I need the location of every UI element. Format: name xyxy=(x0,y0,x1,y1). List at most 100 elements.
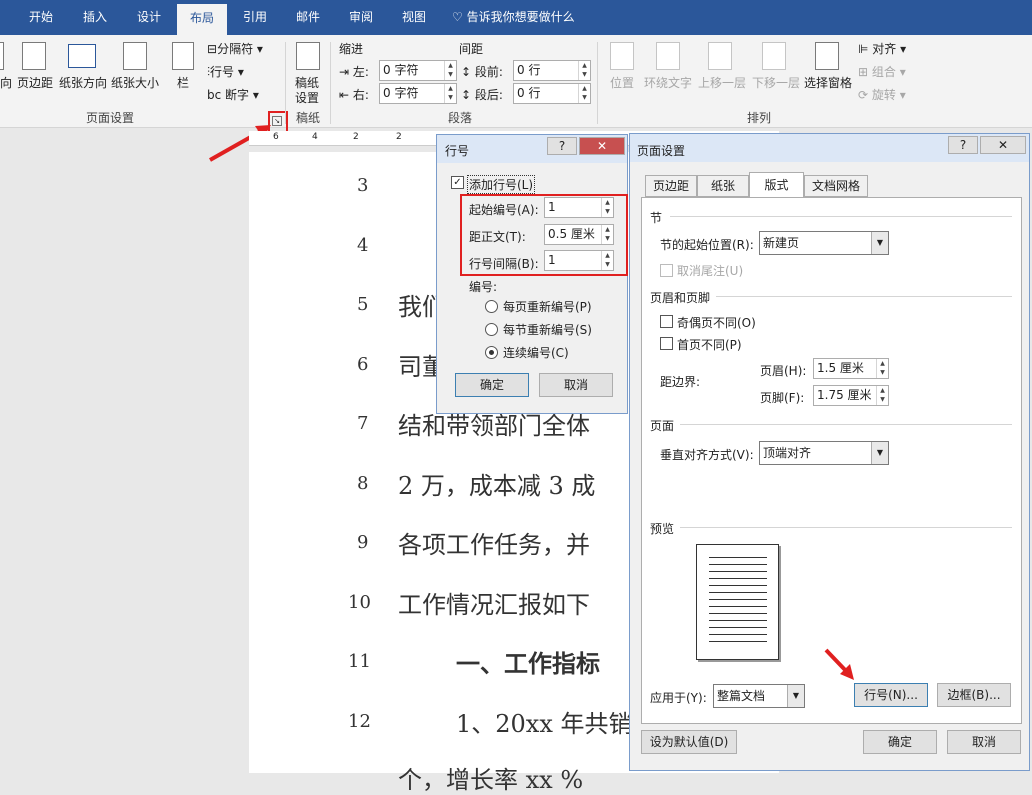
help-button[interactable]: ? xyxy=(547,137,577,155)
tab-doc-grid[interactable]: 文档网格 xyxy=(804,175,868,197)
align-button[interactable]: ⊫ 对齐 ▾ xyxy=(858,40,906,57)
bring-forward-button[interactable]: 上移一层 xyxy=(698,74,746,91)
restart-section-label[interactable]: 每节重新编号(S) xyxy=(503,321,592,338)
suppress-endnotes-label[interactable]: 取消尾注(U) xyxy=(677,262,743,279)
line-numbers-button[interactable]: 行号(N)... xyxy=(854,683,928,707)
rotate-button[interactable]: ⟳ 旋转 ▾ xyxy=(858,86,906,103)
line-numbers-button[interactable]: ⫶行号 ▾ xyxy=(207,63,244,80)
first-page-label[interactable]: 首页不同(P) xyxy=(677,336,742,353)
continuous-radio[interactable] xyxy=(485,346,498,359)
text-direction-icon[interactable] xyxy=(0,42,4,70)
close-button[interactable]: ✕ xyxy=(980,136,1026,154)
apply-to-select[interactable]: 整篇文档 ▼ xyxy=(713,684,805,708)
valign-select[interactable]: 顶端对齐 ▼ xyxy=(759,441,889,465)
restart-page-label[interactable]: 每页重新编号(P) xyxy=(503,298,592,315)
tab-insert[interactable]: 插入 xyxy=(70,0,120,35)
selection-pane-button[interactable]: 选择窗格 xyxy=(804,74,852,91)
continuous-label[interactable]: 连续编号(C) xyxy=(503,344,569,361)
set-default-button[interactable]: 设为默认值(D) xyxy=(641,730,737,754)
cancel-button[interactable]: 取消 xyxy=(539,373,613,397)
bring-forward-icon[interactable] xyxy=(708,42,732,70)
tell-me-box[interactable]: ♡ 告诉我你想要做什么 xyxy=(452,0,592,35)
section-start-select[interactable]: 新建页 ▼ xyxy=(759,231,889,255)
spin-arrows-icon[interactable]: ▲ ▼ xyxy=(876,386,888,405)
wrap-text-button[interactable]: 环绕文字 xyxy=(644,74,692,91)
columns-icon[interactable] xyxy=(172,42,194,70)
selection-pane-icon[interactable] xyxy=(815,42,839,70)
position-icon[interactable] xyxy=(610,42,634,70)
odd-even-checkbox[interactable] xyxy=(660,315,673,328)
chevron-down-icon[interactable]: ▼ xyxy=(871,232,888,254)
tab-view[interactable]: 视图 xyxy=(389,0,439,35)
ok-button[interactable]: 确定 xyxy=(455,373,529,397)
spacing-before-icon: ↕ xyxy=(461,65,472,79)
spin-arrows-icon[interactable]: ▲ ▼ xyxy=(876,359,888,378)
restart-section-radio[interactable] xyxy=(485,323,498,336)
spin-arrows-icon[interactable]: ▲ ▼ xyxy=(578,84,590,103)
from-text-input[interactable]: 0.5 厘米 ▲ ▼ xyxy=(544,224,614,245)
tab-mailings[interactable]: 邮件 xyxy=(283,0,333,35)
align-icon: ⊫ xyxy=(858,42,869,56)
borders-button[interactable]: 边框(B)... xyxy=(937,683,1011,707)
tab-design[interactable]: 设计 xyxy=(124,0,174,35)
size-button[interactable]: 纸张大小 xyxy=(111,74,159,91)
count-by-input[interactable]: 1 ▲ ▼ xyxy=(544,250,614,271)
cancel-button[interactable]: 取消 xyxy=(947,730,1021,754)
tab-home[interactable]: 开始 xyxy=(16,0,66,35)
indent-heading: 缩进 xyxy=(339,42,364,56)
text-direction-button[interactable]: 向 xyxy=(0,74,12,91)
margins-icon[interactable] xyxy=(22,42,46,70)
draft-paper-icon[interactable] xyxy=(296,42,320,70)
spacing-heading: 间距 xyxy=(459,42,484,56)
indent-right-input[interactable]: 0 字符 ▲ ▼ xyxy=(379,83,457,104)
start-at-input[interactable]: 1 ▲ ▼ xyxy=(544,197,614,218)
orientation-icon[interactable] xyxy=(68,44,96,68)
wrap-text-icon[interactable] xyxy=(656,42,680,70)
apply-to-label: 应用于(Y): xyxy=(650,691,707,705)
size-icon[interactable] xyxy=(123,42,147,70)
chevron-down-icon[interactable]: ▼ xyxy=(787,685,804,707)
tab-paper[interactable]: 纸张 xyxy=(697,175,749,197)
add-line-numbers-checkbox[interactable]: ✓ xyxy=(451,176,464,189)
group-button[interactable]: ⊞ 组合 ▾ xyxy=(858,63,906,80)
send-backward-button[interactable]: 下移一层 xyxy=(752,74,800,91)
columns-button[interactable]: 栏 xyxy=(177,74,189,91)
spin-arrows-icon[interactable]: ▲ ▼ xyxy=(444,84,456,103)
indent-right-label: ⇤ 右: xyxy=(339,86,369,103)
add-line-numbers-label[interactable]: 添加行号(L) xyxy=(467,175,536,194)
restart-page-radio[interactable] xyxy=(485,300,498,313)
header-distance-label: 页眉(H): xyxy=(760,364,807,378)
spacing-after-input[interactable]: 0 行 ▲ ▼ xyxy=(513,83,591,104)
draft-label-2[interactable]: 设置 xyxy=(295,89,319,106)
hyphenation-button[interactable]: bc 断字 ▾ xyxy=(207,86,259,103)
tab-layout[interactable]: 布局 xyxy=(177,4,227,35)
suppress-endnotes-checkbox[interactable] xyxy=(660,264,673,277)
spin-arrows-icon[interactable]: ▲ ▼ xyxy=(601,251,613,270)
margins-button[interactable]: 页边距 xyxy=(17,74,53,91)
spin-arrows-icon[interactable]: ▲ ▼ xyxy=(601,198,613,217)
odd-even-label[interactable]: 奇偶页不同(O) xyxy=(677,314,756,331)
ok-button[interactable]: 确定 xyxy=(863,730,937,754)
indent-left-input[interactable]: 0 字符 ▲ ▼ xyxy=(379,60,457,81)
tab-layout[interactable]: 版式 xyxy=(749,172,804,198)
send-backward-icon[interactable] xyxy=(762,42,786,70)
position-button[interactable]: 位置 xyxy=(610,74,634,91)
orientation-button[interactable]: 纸张方向 xyxy=(59,74,107,91)
spacing-before-input[interactable]: 0 行 ▲ ▼ xyxy=(513,60,591,81)
close-button[interactable]: ✕ xyxy=(579,137,625,155)
tab-review[interactable]: 审阅 xyxy=(336,0,386,35)
spin-arrows-icon[interactable]: ▲ ▼ xyxy=(578,61,590,80)
page-heading: 页面 xyxy=(650,419,675,433)
tab-references[interactable]: 引用 xyxy=(230,0,280,35)
help-button[interactable]: ? xyxy=(948,136,978,154)
footer-distance-input[interactable]: 1.75 厘米 ▲ ▼ xyxy=(813,385,889,406)
breaks-button[interactable]: ⊟分隔符 ▾ xyxy=(207,40,263,57)
spin-arrows-icon[interactable]: ▲ ▼ xyxy=(601,225,613,244)
first-page-checkbox[interactable] xyxy=(660,337,673,350)
valign-label: 垂直对齐方式(V): xyxy=(660,448,754,462)
chevron-down-icon[interactable]: ▼ xyxy=(871,442,888,464)
spin-arrows-icon[interactable]: ▲ ▼ xyxy=(444,61,456,80)
doc-text-line: 1、20xx 年共销 xyxy=(456,710,633,738)
header-distance-input[interactable]: 1.5 厘米 ▲ ▼ xyxy=(813,358,889,379)
tab-margins[interactable]: 页边距 xyxy=(645,175,697,197)
